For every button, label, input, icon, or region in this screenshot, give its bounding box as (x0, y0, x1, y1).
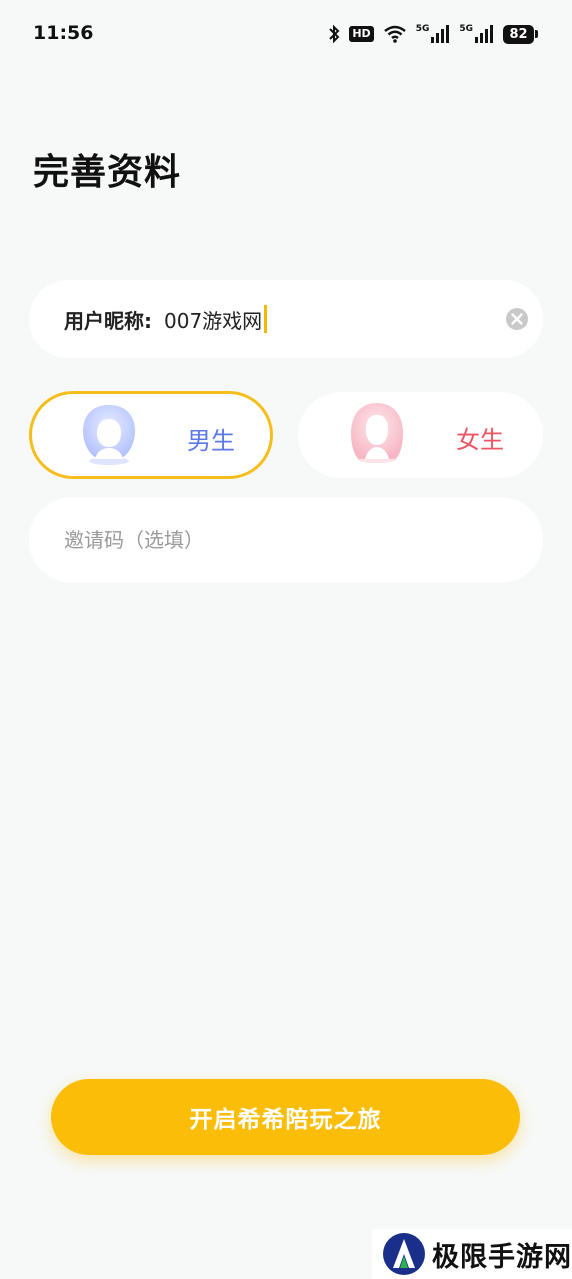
signal-5g-icon: 5G (416, 24, 451, 44)
bluetooth-icon (328, 24, 340, 44)
invite-code-input[interactable] (64, 497, 504, 583)
page-title: 完善资料 (33, 152, 182, 193)
clear-icon[interactable] (505, 307, 529, 331)
gender-female-option[interactable]: 女生 (298, 392, 543, 478)
watermark-logo-icon (382, 1232, 426, 1276)
text-cursor (264, 305, 268, 333)
status-time: 11:56 (33, 22, 94, 44)
nickname-field[interactable]: 用户昵称: 007游戏网 (29, 280, 543, 358)
signal-5g-icon-2: 5G (459, 24, 494, 44)
wifi-icon (383, 25, 407, 43)
battery-level: 82 (503, 24, 534, 44)
gender-male-option[interactable]: 男生 (29, 391, 273, 479)
status-bar: 11:56 HD 5G 5G 82 (0, 0, 572, 70)
female-label: 女生 (456, 426, 504, 454)
watermark-text: 极限手游网 (432, 1241, 572, 1273)
battery-icon: 82 (503, 24, 538, 44)
invite-code-field[interactable] (29, 497, 543, 583)
male-label: 男生 (187, 427, 235, 455)
status-icons: HD 5G 5G 82 (328, 22, 538, 46)
male-avatar-icon (77, 401, 141, 465)
nickname-label: 用户昵称: (64, 308, 152, 333)
female-avatar-icon (345, 399, 409, 463)
network-label-2: 5G (459, 24, 473, 34)
network-label: 5G (415, 24, 430, 34)
battery-cap (535, 30, 538, 38)
hd-icon: HD (349, 26, 374, 42)
nickname-input[interactable]: 007游戏网 (164, 305, 262, 334)
start-journey-button[interactable]: 开启希希陪玩之旅 (51, 1079, 520, 1155)
profile-setup-screen: 11:56 HD 5G 5G 82 完善资料 用户昵称: 007游戏网 男生 女… (0, 0, 572, 1279)
watermark: 极限手游网 (372, 1229, 572, 1279)
